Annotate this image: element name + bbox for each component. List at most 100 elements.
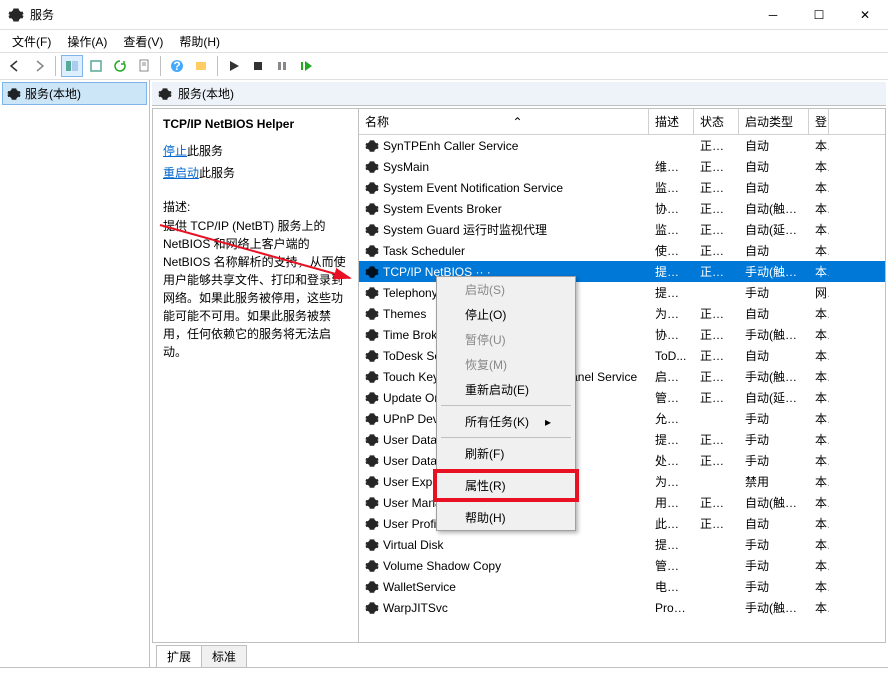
service-logon: 本 — [809, 305, 829, 322]
context-menu: 启动(S) 停止(O) 暂停(U) 恢复(M) 重新启动(E) 所有任务(K)▸… — [436, 276, 576, 531]
selected-service-name: TCP/IP NetBIOS Helper — [163, 117, 348, 131]
tab-extended[interactable]: 扩展 — [156, 645, 202, 667]
ctx-restart[interactable]: 重新启动(E) — [437, 377, 575, 402]
restart-link[interactable]: 重启动 — [163, 166, 199, 180]
service-startup: 手动 — [739, 557, 809, 574]
service-icon — [365, 580, 379, 594]
ctx-separator — [441, 501, 571, 502]
pause-service-button[interactable] — [271, 55, 293, 77]
ctx-refresh[interactable]: 刷新(F) — [437, 441, 575, 466]
show-hide-tree-button[interactable] — [61, 55, 83, 77]
ctx-all-tasks[interactable]: 所有任务(K)▸ — [437, 409, 575, 434]
service-icon — [365, 391, 379, 405]
right-header: 服务(本地) — [152, 82, 886, 106]
service-desc: 提供... — [649, 536, 694, 553]
properties-button[interactable] — [133, 55, 155, 77]
service-status: 正在... — [694, 158, 739, 175]
forward-button[interactable] — [28, 55, 50, 77]
column-logon[interactable]: 登 — [809, 109, 829, 134]
tab-standard[interactable]: 标准 — [201, 645, 247, 667]
column-status[interactable]: 状态 — [694, 109, 739, 134]
service-name: SynTPEnh Caller Service — [383, 139, 518, 153]
service-startup: 手动(触发... — [739, 326, 809, 343]
export-button[interactable] — [85, 55, 107, 77]
column-name[interactable]: 名称⌃ — [359, 109, 649, 134]
service-row[interactable]: SynTPEnh Caller Service正在...自动本 — [359, 135, 885, 156]
ctx-stop[interactable]: 停止(O) — [437, 302, 575, 327]
service-name: WalletService — [383, 580, 456, 594]
help-button[interactable]: ? — [166, 55, 188, 77]
back-button[interactable] — [4, 55, 26, 77]
service-startup: 手动(触发... — [739, 263, 809, 280]
submenu-arrow-icon: ▸ — [545, 415, 551, 429]
toolbar-separator — [55, 56, 56, 76]
restart-service-button[interactable] — [295, 55, 317, 77]
toolbar-button[interactable] — [190, 55, 212, 77]
service-startup: 禁用 — [739, 473, 809, 490]
service-status: 正在... — [694, 368, 739, 385]
service-status: 正在... — [694, 221, 739, 238]
service-logon: 本 — [809, 515, 829, 532]
service-status: 正在... — [694, 347, 739, 364]
menu-action[interactable]: 操作(A) — [59, 31, 115, 52]
service-logon: 本 — [809, 137, 829, 154]
service-startup: 手动 — [739, 536, 809, 553]
service-row[interactable]: System Event Notification Service监视...正在… — [359, 177, 885, 198]
maximize-button[interactable]: ☐ — [796, 0, 842, 30]
stop-link[interactable]: 停止 — [163, 144, 187, 158]
service-desc: 此服... — [649, 515, 694, 532]
service-logon: 本 — [809, 578, 829, 595]
service-icon — [365, 223, 379, 237]
service-row[interactable]: Task Scheduler使用...正在...自动本 — [359, 240, 885, 261]
ctx-separator — [441, 469, 571, 470]
service-row[interactable]: System Events Broker协调...正在...自动(触发...本 — [359, 198, 885, 219]
service-status: 正在... — [694, 494, 739, 511]
service-row[interactable]: WarpJITSvcProv...手动(触发...本 — [359, 597, 885, 618]
service-startup: 自动 — [739, 305, 809, 322]
column-description[interactable]: 描述 — [649, 109, 694, 134]
service-desc: 维护... — [649, 158, 694, 175]
service-desc: 启用... — [649, 368, 694, 385]
tree-node-services-local[interactable]: 服务(本地) — [2, 82, 147, 105]
service-status: 正在... — [694, 431, 739, 448]
service-row[interactable]: SysMain维护...正在...自动本 — [359, 156, 885, 177]
service-desc: 允许... — [649, 410, 694, 427]
menu-view[interactable]: 查看(V) — [115, 31, 171, 52]
service-logon: 本 — [809, 494, 829, 511]
refresh-button[interactable] — [109, 55, 131, 77]
view-tabs: 扩展 标准 — [152, 645, 886, 667]
services-icon — [158, 87, 172, 101]
service-status: 正在... — [694, 200, 739, 217]
service-desc: 为应... — [649, 473, 694, 490]
service-row[interactable]: System Guard 运行时监视代理监视...正在...自动(延迟...本 — [359, 219, 885, 240]
stop-service-button[interactable] — [247, 55, 269, 77]
service-startup: 自动 — [739, 242, 809, 259]
service-startup: 自动 — [739, 515, 809, 532]
service-row[interactable]: WalletService电子...手动本 — [359, 576, 885, 597]
service-status: 正在... — [694, 242, 739, 259]
menu-file[interactable]: 文件(F) — [4, 31, 59, 52]
service-icon — [365, 559, 379, 573]
close-button[interactable]: ✕ — [842, 0, 888, 30]
ctx-separator — [441, 437, 571, 438]
menu-help[interactable]: 帮助(H) — [171, 31, 228, 52]
service-row[interactable]: Virtual Disk提供...手动本 — [359, 534, 885, 555]
service-desc: 提供... — [649, 284, 694, 301]
column-startup-type[interactable]: 启动类型 — [739, 109, 809, 134]
service-startup: 手动 — [739, 452, 809, 469]
ctx-properties[interactable]: 属性(R) — [437, 473, 575, 498]
minimize-button[interactable]: ─ — [750, 0, 796, 30]
service-logon: 本 — [809, 473, 829, 490]
service-row[interactable]: Volume Shadow Copy管理...手动本 — [359, 555, 885, 576]
service-icon — [365, 454, 379, 468]
start-service-button[interactable] — [223, 55, 245, 77]
service-logon: 本 — [809, 557, 829, 574]
ctx-help[interactable]: 帮助(H) — [437, 505, 575, 530]
service-name: System Guard 运行时监视代理 — [383, 221, 547, 238]
description-text: 提供 TCP/IP (NetBT) 服务上的 NetBIOS 和网络上客户端的 … — [163, 217, 348, 361]
menu-bar: 文件(F) 操作(A) 查看(V) 帮助(H) — [0, 30, 888, 52]
service-startup: 自动 — [739, 158, 809, 175]
service-logon: 本 — [809, 263, 829, 280]
service-name: System Events Broker — [383, 202, 502, 216]
service-desc: 协调... — [649, 326, 694, 343]
